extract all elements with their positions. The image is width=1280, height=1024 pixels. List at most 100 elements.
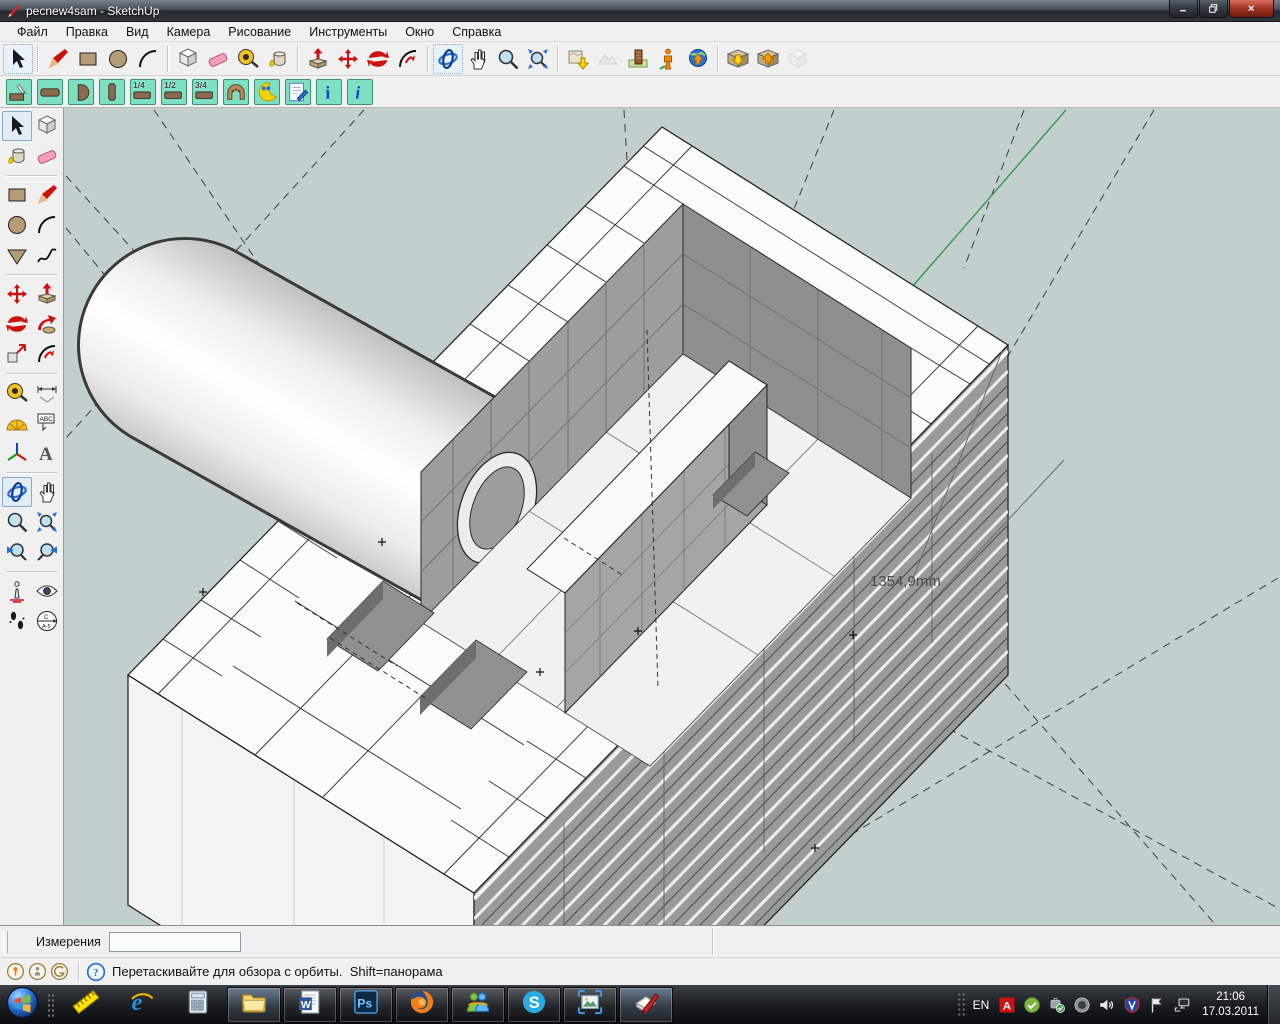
sidebar-scale-button[interactable]: [2, 339, 32, 369]
brick-arch-button[interactable]: [223, 79, 249, 105]
menu-item-0[interactable]: Файл: [8, 23, 57, 41]
circle-button[interactable]: [103, 44, 133, 74]
sidebar-line-button[interactable]: [32, 180, 62, 210]
get-models-button[interactable]: [723, 44, 753, 74]
tray-skype-online-icon[interactable]: [1023, 996, 1041, 1014]
info-italic-button[interactable]: i: [347, 79, 373, 105]
tray-adobe-updater-icon[interactable]: A: [998, 996, 1016, 1014]
sidebar-zoom-next-button[interactable]: [32, 537, 62, 567]
share-model-button[interactable]: [753, 44, 783, 74]
tray-network-icon[interactable]: [1173, 996, 1191, 1014]
menu-item-6[interactable]: Окно: [396, 23, 443, 41]
sidebar-move-button[interactable]: [2, 279, 32, 309]
taskbar-sketchup-button[interactable]: [619, 987, 673, 1023]
help-question-icon[interactable]: ?: [86, 962, 106, 982]
viewport-3d[interactable]: 1354,9mm: [64, 108, 1280, 925]
sidebar-paint-bucket-button[interactable]: [2, 141, 32, 171]
zoom-button[interactable]: [493, 44, 523, 74]
edit-note-button[interactable]: [285, 79, 311, 105]
measurements-input[interactable]: [109, 932, 241, 952]
moon-glasses-button[interactable]: [254, 79, 280, 105]
toggle-terrain-button[interactable]: [593, 44, 623, 74]
menu-item-3[interactable]: Камера: [158, 23, 220, 41]
menu-item-2[interactable]: Вид: [117, 23, 158, 41]
tape-measure-button[interactable]: [233, 44, 263, 74]
brick-half-button[interactable]: [68, 79, 94, 105]
rectangle-button[interactable]: [73, 44, 103, 74]
minimize-button[interactable]: [1169, 0, 1198, 18]
sidebar-select-button[interactable]: [2, 111, 32, 141]
taskbar-photoshop-button[interactable]: Ps: [339, 987, 393, 1023]
toolbar-grip[interactable]: [3, 931, 8, 953]
language-indicator[interactable]: EN: [973, 998, 990, 1012]
arc-button[interactable]: [133, 44, 163, 74]
sidebar-arc-button[interactable]: [32, 210, 62, 240]
make-component-button[interactable]: [173, 44, 203, 74]
sidebar-freehand-button[interactable]: [32, 240, 62, 270]
select-button[interactable]: [3, 44, 33, 74]
component-figure-button[interactable]: [653, 44, 683, 74]
taskbar-firefox-button[interactable]: [395, 987, 449, 1023]
taskbar-word-button[interactable]: W: [283, 987, 337, 1023]
taskbar-internet-explorer-button[interactable]: e: [115, 987, 169, 1023]
taskbar-messenger-button[interactable]: [451, 987, 505, 1023]
taskbar-calculator-button[interactable]: [171, 987, 225, 1023]
restore-button[interactable]: [1199, 0, 1228, 18]
share-component-button[interactable]: [783, 44, 813, 74]
menu-item-4[interactable]: Рисование: [219, 23, 300, 41]
geo-status-icon[interactable]: [6, 962, 25, 981]
sidebar-pan-button[interactable]: [32, 477, 62, 507]
add-location-button[interactable]: [563, 44, 593, 74]
info-button[interactable]: i: [316, 79, 342, 105]
sidebar-push-pull-button[interactable]: [32, 279, 62, 309]
menu-item-7[interactable]: Справка: [443, 23, 510, 41]
taskbar-skype-button[interactable]: S: [507, 987, 561, 1023]
taskbar-clock[interactable]: 21:06 17.03.2011: [1202, 990, 1259, 1020]
push-pull-button[interactable]: [303, 44, 333, 74]
photo-textures-button[interactable]: [623, 44, 653, 74]
sidebar-text-label-button[interactable]: ABC: [32, 408, 62, 438]
sidebar-text-3d-button[interactable]: A: [32, 438, 62, 468]
sidebar-follow-me-button[interactable]: [32, 309, 62, 339]
zoom-extents-button[interactable]: [523, 44, 553, 74]
tray-antivirus-shield-icon[interactable]: [1123, 996, 1141, 1014]
sidebar-polygon-button[interactable]: [2, 240, 32, 270]
brick-fraction-1-2-button[interactable]: 1/2: [161, 79, 187, 105]
taskbar-photo-viewer-button[interactable]: [563, 987, 617, 1023]
brick-edge-button[interactable]: [99, 79, 125, 105]
menu-item-5[interactable]: Инструменты: [300, 23, 396, 41]
sidebar-eraser-button[interactable]: [32, 141, 62, 171]
move-button[interactable]: [333, 44, 363, 74]
line-button[interactable]: [43, 44, 73, 74]
sidebar-zoom-button[interactable]: [2, 507, 32, 537]
brick-full-button[interactable]: [37, 79, 63, 105]
sidebar-look-around-button[interactable]: [32, 576, 62, 606]
sidebar-make-component-button[interactable]: [32, 111, 62, 141]
sidebar-circle-button[interactable]: [2, 210, 32, 240]
taskbar-folding-ruler-button[interactable]: [59, 987, 113, 1023]
orbit-button[interactable]: [433, 44, 463, 74]
pan-button[interactable]: [463, 44, 493, 74]
eraser-button[interactable]: [203, 44, 233, 74]
sidebar-orbit-button[interactable]: [2, 477, 32, 507]
offset-button[interactable]: [393, 44, 423, 74]
sidebar-walk-button[interactable]: [2, 606, 32, 636]
claim-status-icon[interactable]: [28, 962, 47, 981]
tray-device-remove-icon[interactable]: [1048, 996, 1066, 1014]
tray-recorder-icon[interactable]: [1073, 996, 1091, 1014]
sidebar-zoom-previous-button[interactable]: [2, 537, 32, 567]
tray-flag-action-icon[interactable]: [1148, 996, 1166, 1014]
sidebar-offset-button[interactable]: [32, 339, 62, 369]
sidebar-zoom-extents-button[interactable]: [32, 507, 62, 537]
tray-volume-icon[interactable]: [1098, 996, 1116, 1014]
rotate-button[interactable]: [363, 44, 393, 74]
close-button[interactable]: [1229, 0, 1274, 18]
taskbar-windows-explorer-button[interactable]: [227, 987, 281, 1023]
brick-fraction-1-4-button[interactable]: 1/4: [130, 79, 156, 105]
sidebar-position-camera-button[interactable]: [2, 576, 32, 606]
sidebar-protractor-button[interactable]: [2, 408, 32, 438]
start-button[interactable]: [0, 985, 44, 1024]
google-earth-button[interactable]: [683, 44, 713, 74]
paint-bucket-button[interactable]: [263, 44, 293, 74]
sidebar-axes-button[interactable]: [2, 438, 32, 468]
